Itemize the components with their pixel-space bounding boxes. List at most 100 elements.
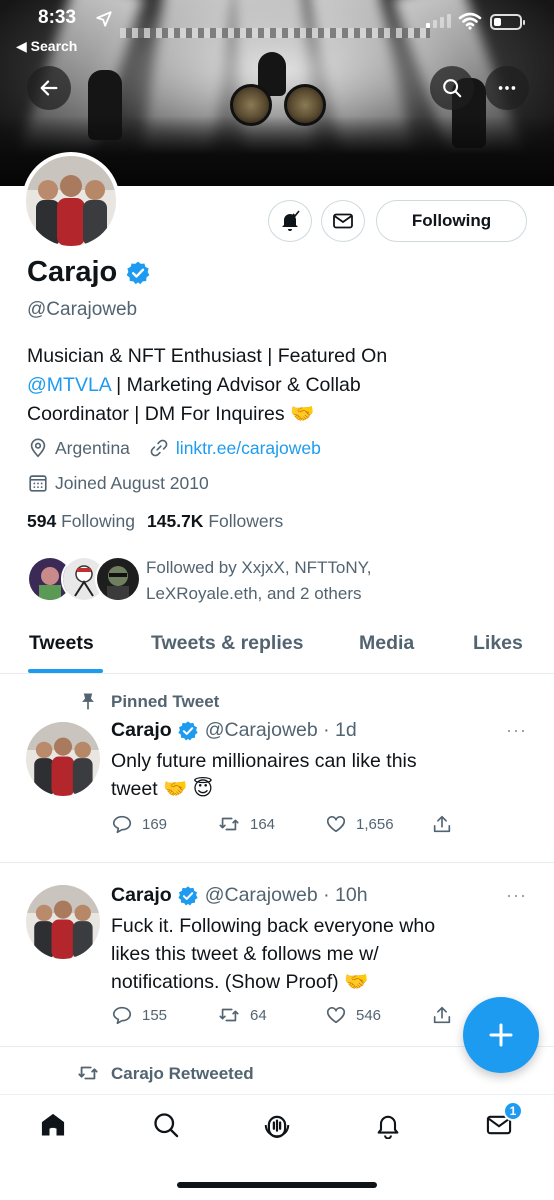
tweet-more-button[interactable]: ··· (506, 720, 527, 741)
following-count: 594 (27, 511, 57, 531)
reply-icon (112, 1006, 132, 1025)
notifications-icon (377, 1115, 399, 1139)
retweet-button[interactable]: 164 (217, 813, 275, 835)
verified-icon (126, 261, 150, 284)
bio-mention-link[interactable]: @MTVLA (27, 374, 111, 396)
tweet-handle-time: @Carajoweb · 1d (204, 719, 357, 741)
more-icon (498, 86, 516, 90)
retweet-button[interactable]: 64 (217, 1004, 267, 1026)
nav-spaces[interactable] (255, 1103, 299, 1147)
home-indicator (177, 1182, 377, 1188)
mail-icon (333, 213, 353, 229)
retweet-icon (219, 1008, 239, 1022)
tab-media[interactable]: Media (359, 632, 414, 655)
nav-messages[interactable]: 1 (477, 1101, 523, 1147)
profile-website-link[interactable]: linktr.ee/carajoweb (176, 438, 321, 459)
cellular-signal-icon (426, 14, 451, 28)
retweet-count: 64 (250, 1006, 267, 1024)
profile-joined-date: Joined August 2010 (55, 472, 209, 493)
reply-icon (112, 815, 132, 834)
tweet-actions: 155 64 546 (111, 1004, 461, 1028)
tweet-text-line: notifications. (Show Proof) (111, 971, 345, 993)
notifications-toggle-button[interactable] (268, 200, 312, 242)
tweet-header: Carajo @Carajoweb · 10h (111, 884, 368, 907)
like-icon (326, 816, 346, 833)
tweet-actions: 169 164 1,656 (111, 813, 461, 837)
nav-home[interactable] (31, 1103, 75, 1147)
retweet-icon (219, 817, 239, 831)
tweet-text: Only future millionaires can like this t… (111, 747, 531, 803)
share-button[interactable] (431, 813, 453, 835)
bio-line-1: Musician & NFT Enthusiast | Featured On (27, 345, 388, 367)
status-time: 8:33 (38, 7, 77, 28)
following-count-link[interactable]: 594 Following (27, 511, 135, 532)
followed-by-text[interactable]: Followed by XxjxX, NFTToNY, LeXRoyale.et… (146, 555, 526, 607)
handshake-emoji: 🤝 (290, 403, 315, 425)
tweet-text-line: Fuck it. Following back everyone who (111, 915, 436, 937)
tweet-author-name[interactable]: Carajo (111, 884, 172, 907)
like-button[interactable]: 1,656 (325, 813, 394, 835)
calendar-icon (29, 475, 47, 492)
retweet-icon (78, 1066, 98, 1080)
wifi-icon (458, 12, 482, 30)
followers-label: Followers (208, 511, 284, 531)
tweet-emoji: 🤝 (344, 971, 369, 993)
followed-by-line-2: LeXRoyale.eth, and 2 others (146, 584, 362, 603)
location-icon (30, 438, 46, 458)
tweet-author-avatar[interactable] (26, 885, 100, 959)
tab-likes[interactable]: Likes (473, 632, 523, 655)
nav-notifications[interactable] (366, 1103, 410, 1147)
profile-name-row: Carajo (27, 256, 151, 289)
messages-badge: 1 (503, 1101, 523, 1121)
following-button[interactable]: Following (376, 200, 527, 242)
reply-button[interactable]: 155 (111, 1004, 167, 1026)
retweet-count: 164 (250, 815, 276, 833)
profile-location: Argentina (55, 437, 130, 458)
reply-count: 155 (142, 1006, 168, 1024)
compose-tweet-button[interactable] (463, 997, 539, 1073)
home-icon (41, 1113, 65, 1136)
bio-line-3: Coordinator | DM For Inquires (27, 403, 290, 425)
active-tab-indicator (28, 669, 103, 673)
message-button[interactable] (321, 200, 365, 242)
back-to-search-link[interactable]: ◀ Search (16, 38, 77, 55)
tweet-text-line: Only future millionaires can like this (111, 750, 417, 772)
like-icon (326, 1007, 346, 1024)
tab-tweets-and-replies[interactable]: Tweets & replies (151, 632, 303, 655)
verified-icon (178, 885, 198, 905)
pin-icon (82, 693, 94, 710)
like-button[interactable]: 546 (325, 1004, 381, 1026)
search-icon (154, 1113, 179, 1138)
followers-count: 145.7K (147, 511, 204, 531)
pinned-tweet-label: Pinned Tweet (111, 692, 220, 711)
compose-icon (489, 1023, 513, 1047)
back-button[interactable] (27, 66, 71, 110)
tweet-author-name[interactable]: Carajo (111, 719, 172, 742)
like-count: 1,656 (356, 815, 394, 833)
profile-tabs: Tweets Tweets & replies Media Likes (0, 622, 554, 674)
nav-search[interactable] (144, 1103, 188, 1147)
battery-icon (490, 14, 525, 30)
bell-icon (282, 210, 300, 231)
tweet-more-button[interactable]: ··· (506, 885, 527, 906)
share-icon (433, 1006, 451, 1024)
search-icon (443, 79, 462, 98)
followed-by-avatars[interactable] (27, 556, 141, 602)
tweet-author-avatar[interactable] (26, 722, 100, 796)
share-icon (433, 815, 451, 833)
reply-button[interactable]: 169 (111, 813, 167, 835)
tweet-text-line: likes this tweet & follows me w/ (111, 943, 379, 965)
verified-icon (178, 720, 198, 740)
reply-count: 169 (142, 815, 168, 833)
retweeted-context-label: Carajo Retweeted (111, 1064, 254, 1083)
profile-meta-joined: Joined August 2010 (27, 472, 209, 494)
profile-bio: Musician & NFT Enthusiast | Featured On … (27, 342, 527, 429)
more-options-button[interactable] (485, 66, 529, 110)
share-button[interactable] (431, 1004, 453, 1026)
spaces-icon (264, 1115, 290, 1138)
following-label: Following (61, 511, 136, 531)
profile-search-button[interactable] (430, 66, 474, 110)
tab-tweets[interactable]: Tweets (29, 632, 94, 655)
profile-avatar[interactable] (22, 152, 120, 250)
followers-count-link[interactable]: 145.7K Followers (147, 511, 283, 532)
